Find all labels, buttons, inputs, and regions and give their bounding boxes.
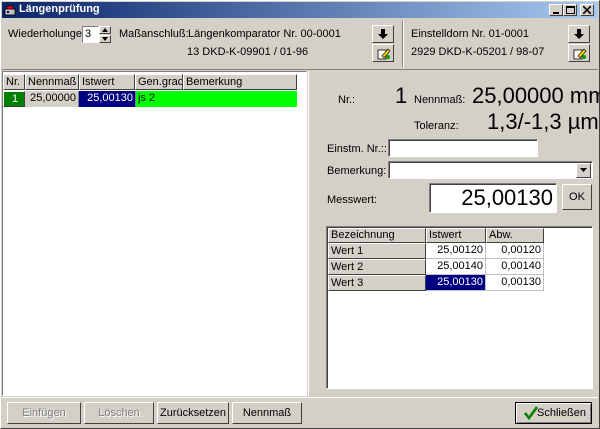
repetitions-input[interactable]: 3 <box>82 26 99 43</box>
minimize-button[interactable] <box>549 4 563 16</box>
spin-up-icon <box>102 28 108 32</box>
details-panel: Nr.: 1 Nennmaß: 25,00000 mm Toleranz: 1,… <box>308 71 600 396</box>
values-col-istwert[interactable]: Istwert <box>426 228 486 243</box>
value-row-name[interactable]: Wert 2 <box>328 259 426 275</box>
schliessen-button[interactable]: Schließen <box>515 402 592 424</box>
repetitions-spinner[interactable] <box>99 26 111 43</box>
col-header-istwert[interactable]: Istwert <box>79 74 135 90</box>
maximize-button[interactable] <box>563 4 577 16</box>
value-row-abw[interactable]: 0,00130 <box>486 275 544 291</box>
values-col-abw[interactable]: Abw. <box>486 228 544 243</box>
ok-button[interactable]: OK <box>562 184 592 210</box>
bemerkung-label: Bemerkung: <box>327 165 387 177</box>
einfuegen-button[interactable]: Einfügen <box>7 402 81 424</box>
close-icon <box>583 6 591 14</box>
row-istwert-cell[interactable]: 25,00130 <box>79 91 135 107</box>
value-row-name[interactable]: Wert 1 <box>328 243 426 259</box>
messwert-input[interactable]: 25,00130 <box>429 183 557 213</box>
row-gen-grad-cell[interactable]: js 2 <box>135 91 183 107</box>
einstm-label: Einstm. Nr.:: <box>327 143 387 155</box>
nr-label: Nr.: <box>338 94 356 106</box>
footer-toolbar: Einfügen Löschen Zurücksetzen Nennmaß Sc… <box>2 397 598 428</box>
row-nennmass-cell[interactable]: 25,00000 <box>25 91 79 107</box>
edit-icon <box>377 48 391 60</box>
massanschluss-label: Maßanschluß: <box>119 28 189 40</box>
toleranz-value: 1,3/-1,3 µm <box>487 109 599 134</box>
values-col-bezeichnung[interactable]: Bezeichnung <box>328 228 426 243</box>
massanschluss-line2: 13 DKD-K-09901 / 01-96 <box>187 46 309 58</box>
values-table[interactable]: Bezeichnung Istwert Abw. Wert 1 25,00120… <box>326 226 593 389</box>
chevron-down-icon <box>580 168 587 172</box>
down-arrow-icon <box>574 29 584 39</box>
einstelldorn-line1: Einstelldorn Nr. 01-0001 <box>411 28 530 40</box>
value-row-name[interactable]: Wert 3 <box>328 275 426 291</box>
col-header-nennmass[interactable]: Nennmaß <box>25 74 79 90</box>
repetitions-label: Wiederholungen: <box>8 28 92 40</box>
spin-down-icon <box>102 37 108 41</box>
nennmass-label: Nennmaß: <box>414 94 466 106</box>
minimize-icon <box>553 12 559 14</box>
einstelldorn-select-button[interactable] <box>568 25 590 43</box>
col-header-nr[interactable]: Nr. <box>3 74 25 90</box>
edit-icon <box>573 48 587 60</box>
col-header-bemerkung[interactable]: Bemerkung <box>183 74 297 90</box>
title-bar[interactable]: Längenprüfung <box>2 2 598 18</box>
loeschen-button[interactable]: Löschen <box>84 402 154 424</box>
header-divider <box>402 21 404 67</box>
close-window-button[interactable] <box>580 4 594 16</box>
einstelldorn-edit-button[interactable] <box>568 44 590 62</box>
main-window: Längenprüfung Wiederholungen: 3 Maßansch… <box>0 0 600 429</box>
spin-down-button[interactable] <box>99 35 111 43</box>
toleranz-label: Toleranz: <box>414 120 459 132</box>
zuruecksetzen-button[interactable]: Zurücksetzen <box>157 402 229 424</box>
col-header-gen-grad[interactable]: Gen.grad <box>135 74 183 90</box>
nennmass-button[interactable]: Nennmaß <box>232 402 302 424</box>
nennmass-value: 25,00000 mm <box>472 83 600 108</box>
maximize-icon <box>566 6 575 14</box>
nr-value: 1 <box>395 83 408 108</box>
value-row-istwert[interactable]: 25,00140 <box>426 259 486 275</box>
spin-up-button[interactable] <box>99 26 111 34</box>
massanschluss-edit-button[interactable] <box>372 44 394 62</box>
measurements-grid[interactable]: Nr. Nennmaß Istwert Gen.grad Bemerkung 1… <box>2 71 307 396</box>
einstm-input[interactable] <box>388 139 538 157</box>
massanschluss-select-button[interactable] <box>372 25 394 43</box>
value-row-abw[interactable]: 0,00140 <box>486 259 544 275</box>
row-bemerkung-cell[interactable] <box>183 91 297 107</box>
bemerkung-dropdown-button[interactable] <box>576 163 591 178</box>
value-row-istwert[interactable]: 25,00120 <box>426 243 486 259</box>
row-nr-cell[interactable]: 1 <box>3 91 25 107</box>
value-row-istwert-selected[interactable]: 25,00130 <box>426 275 486 291</box>
schliessen-label: Schließen <box>537 407 586 419</box>
app-icon <box>4 5 16 16</box>
massanschluss-line1: Längenkomparator Nr. 00-0001 <box>188 28 341 40</box>
checkmark-icon <box>524 406 538 420</box>
messwert-label: Messwert: <box>327 194 378 206</box>
einstelldorn-line2: 2929 DKD-K-05201 / 98-07 <box>411 46 545 58</box>
bemerkung-combo[interactable] <box>388 161 593 179</box>
window-title: Längenprüfung <box>19 3 100 15</box>
down-arrow-icon <box>378 29 388 39</box>
header-panel: Wiederholungen: 3 Maßanschluß: Längenkom… <box>2 19 598 70</box>
value-row-abw[interactable]: 0,00120 <box>486 243 544 259</box>
